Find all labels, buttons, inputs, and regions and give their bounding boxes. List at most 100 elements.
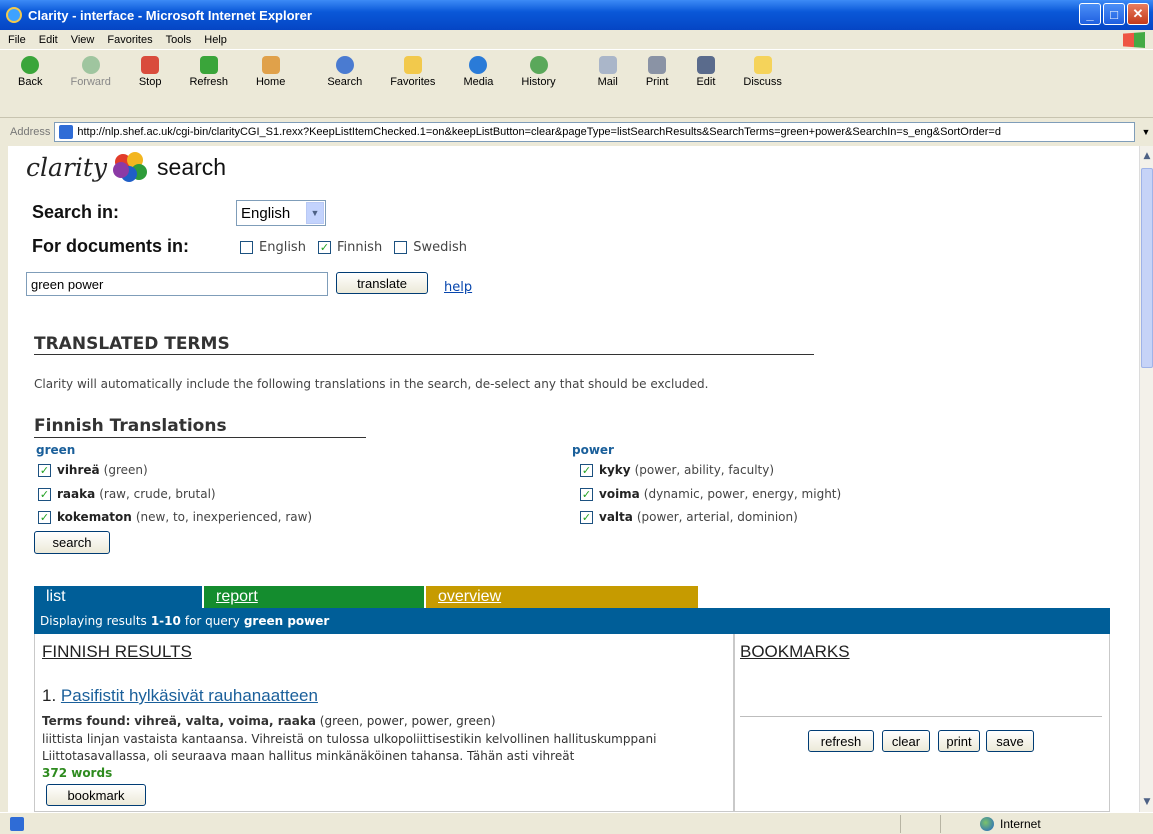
address-dropdown-icon[interactable]: ▼: [1139, 122, 1153, 142]
forward-button[interactable]: Forward: [70, 56, 111, 88]
finnish-translations-heading: Finnish Translations: [34, 416, 227, 436]
menu-bar: File Edit View Favorites Tools Help: [0, 30, 1153, 50]
result-title-row: 1. Pasifistit hylkäsivät rauhanaatteen: [42, 686, 318, 706]
media-icon: [469, 56, 488, 74]
menu-view[interactable]: View: [71, 34, 95, 46]
logo-word: clarity: [26, 152, 108, 182]
translation-row: ✓ valta (power, arterial, dominion): [580, 510, 798, 524]
tab-list[interactable]: list: [34, 586, 202, 608]
windows-logo-icon: [1123, 32, 1145, 48]
translation-row: ✓ kokematon (new, to, inexperienced, raw): [38, 510, 313, 524]
bookmarks-clear-button[interactable]: clear: [882, 730, 930, 752]
document-language-options: English ✓ Finnish Swedish: [240, 240, 479, 255]
ie-icon: [6, 7, 22, 23]
doc-swedish-option[interactable]: Swedish: [394, 240, 467, 255]
print-icon: [648, 56, 667, 74]
history-button[interactable]: History: [521, 56, 556, 88]
home-icon: [261, 56, 280, 74]
search-in-value: English: [241, 204, 291, 222]
scroll-up-icon[interactable]: ▲: [1140, 148, 1153, 164]
translation-checkbox[interactable]: ✓: [580, 487, 593, 501]
translation-row: ✓ kyky (power, ability, faculty): [580, 463, 775, 477]
translation-checkbox[interactable]: ✓: [38, 463, 51, 477]
scroll-down-icon[interactable]: ▼: [1140, 794, 1153, 810]
minimize-button[interactable]: _: [1079, 3, 1101, 25]
translation-row: ✓ voima (dynamic, power, energy, might): [580, 487, 842, 501]
search-button[interactable]: Search: [327, 56, 362, 88]
maximize-button[interactable]: □: [1103, 3, 1125, 25]
finnish-checkbox[interactable]: ✓: [317, 241, 331, 254]
bookmarks-refresh-button[interactable]: refresh: [808, 730, 874, 752]
doc-finnish-option[interactable]: ✓ Finnish: [317, 240, 382, 255]
swedish-checkbox[interactable]: [394, 241, 408, 254]
translated-terms-heading: TRANSLATED TERMS: [34, 334, 230, 354]
translate-button[interactable]: translate: [336, 272, 428, 294]
doc-english-option[interactable]: English: [240, 240, 306, 255]
menu-favorites[interactable]: Favorites: [107, 34, 152, 46]
clarity-logo: clarity search: [26, 152, 226, 182]
security-zone: Internet: [980, 817, 1041, 831]
bookmark-button[interactable]: bookmark: [46, 784, 146, 806]
menu-file[interactable]: File: [8, 34, 26, 46]
tab-report[interactable]: report: [204, 586, 424, 608]
refresh-icon: [199, 56, 218, 74]
result-snippet-line1: liittista linjan vastaista kantaansa. Vi…: [42, 732, 657, 746]
logo-flower-icon: [113, 152, 149, 182]
bookmarks-divider: [740, 716, 1102, 717]
status-bar: Internet: [0, 812, 1153, 834]
finnish-results-title: FINNISH RESULTS: [42, 642, 192, 661]
subheading-rule: [34, 437, 366, 438]
results-bar: Displaying results 1-10 for query green …: [34, 608, 1110, 634]
search-in-select[interactable]: English ▼: [236, 200, 326, 226]
help-link[interactable]: help: [444, 280, 472, 295]
back-icon: [21, 56, 40, 74]
history-icon: [529, 56, 548, 74]
standard-toolbar: Back Forward Stop Refresh Home Search Fa…: [0, 50, 1153, 118]
address-url: http://nlp.shef.ac.uk/cgi-bin/clarityCGI…: [77, 126, 1001, 138]
translation-checkbox[interactable]: ✓: [38, 510, 51, 524]
query-input[interactable]: green power: [26, 272, 328, 296]
result-number: 1.: [42, 686, 57, 705]
forward-icon: [81, 56, 100, 74]
media-button[interactable]: Media: [463, 56, 493, 88]
menu-help[interactable]: Help: [204, 34, 227, 46]
discuss-icon: [753, 56, 772, 74]
search-icon: [335, 56, 354, 74]
address-bar: Address http://nlp.shef.ac.uk/cgi-bin/cl…: [0, 118, 1153, 146]
translation-checkbox[interactable]: ✓: [580, 463, 593, 477]
bookmarks-print-button[interactable]: print: [938, 730, 980, 752]
bookmarks-title: BOOKMARKS: [740, 642, 850, 661]
result-terms: Terms found: vihreä, valta, voima, raaka…: [42, 714, 496, 728]
english-checkbox[interactable]: [240, 241, 253, 254]
search-in-label: Search in:: [32, 202, 120, 222]
mail-button[interactable]: Mail: [598, 56, 618, 88]
tab-overview[interactable]: overview: [426, 586, 698, 608]
translation-checkbox[interactable]: ✓: [580, 510, 593, 524]
page-icon: [59, 125, 74, 139]
search-submit-button[interactable]: search: [34, 531, 110, 554]
close-button[interactable]: ✕: [1127, 3, 1149, 25]
logo-search-text: search: [157, 153, 227, 180]
bookmarks-save-button[interactable]: save: [986, 730, 1034, 752]
result-word-count: 372 words: [42, 766, 113, 780]
vertical-scrollbar[interactable]: ▲ ▼: [1139, 146, 1153, 812]
menu-edit[interactable]: Edit: [39, 34, 58, 46]
discuss-button[interactable]: Discuss: [743, 56, 782, 88]
refresh-button[interactable]: Refresh: [189, 56, 228, 88]
translation-row: ✓ raaka (raw, crude, brutal): [38, 487, 216, 501]
result-title-link[interactable]: Pasifistit hylkäsivät rauhanaatteen: [61, 686, 318, 705]
menu-tools[interactable]: Tools: [166, 34, 192, 46]
print-button[interactable]: Print: [646, 56, 668, 88]
stop-button[interactable]: Stop: [139, 56, 161, 88]
translation-checkbox[interactable]: ✓: [38, 487, 51, 501]
edit-button[interactable]: Edit: [696, 56, 715, 88]
back-button[interactable]: Back: [18, 56, 42, 88]
page-status-icon: [10, 817, 24, 831]
address-input[interactable]: http://nlp.shef.ac.uk/cgi-bin/clarityCGI…: [54, 122, 1135, 142]
scroll-thumb[interactable]: [1141, 168, 1153, 368]
favorites-button[interactable]: Favorites: [390, 56, 435, 88]
status-divider: [900, 815, 901, 833]
translation-row: ✓ vihreä (green): [38, 463, 148, 477]
page-content: clarity search Search in: English ▼ For …: [8, 146, 1139, 812]
home-button[interactable]: Home: [256, 56, 285, 88]
